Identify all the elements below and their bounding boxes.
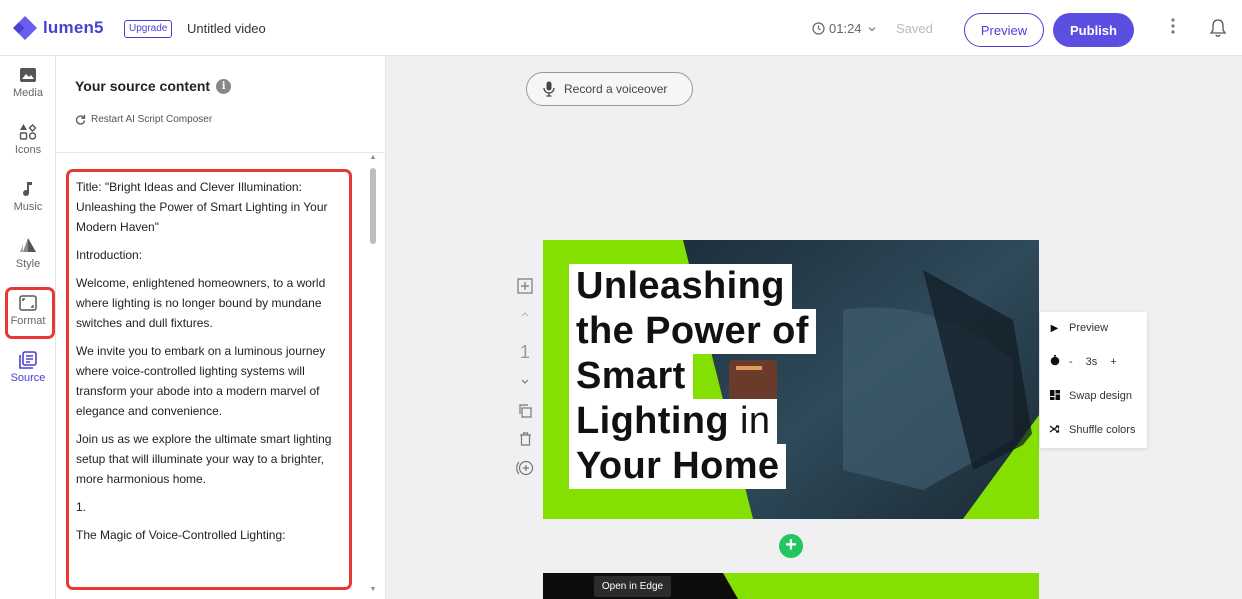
rail-label: Style [15, 258, 41, 270]
headline-line: Smart [569, 354, 693, 399]
scroll-down-arrow-icon[interactable]: ▼ [368, 586, 378, 596]
menu-label: Shuffle colors [1069, 424, 1136, 436]
record-voiceover-button[interactable]: Record a voiceover [526, 72, 693, 106]
add-scene-button[interactable]: + [779, 534, 803, 558]
source-paragraph: Welcome, enlightened homeowners, to a wo… [76, 276, 326, 330]
duration-plus-button[interactable]: + [1110, 356, 1116, 368]
play-icon: ▶ [1050, 322, 1059, 334]
scroll-up-arrow-icon[interactable]: ▲ [368, 154, 378, 164]
music-note-icon [23, 182, 32, 197]
panel-divider [56, 152, 386, 153]
scene-slide[interactable]: Unleashing the Power of Smart Lighting i… [543, 240, 1039, 519]
stopwatch-icon [1049, 355, 1060, 369]
duration-dropdown[interactable]: 01:24 [812, 21, 878, 36]
video-title[interactable]: Untitled video [187, 21, 266, 36]
duplicate-icon[interactable] [514, 404, 536, 424]
restart-label: Restart AI Script Composer [91, 114, 213, 125]
grid-icon [1049, 389, 1060, 403]
voiceover-label: Record a voiceover [564, 82, 668, 96]
duration-value: 01:24 [829, 21, 862, 36]
source-paragraph: The Magic of Voice-Controlled Lighting: [76, 528, 286, 542]
image-icon [20, 68, 36, 82]
bell-icon[interactable] [1208, 17, 1228, 39]
scene-duration-value: 3s [1085, 356, 1098, 368]
microphone-icon [543, 81, 555, 97]
headline-line: Lighting in [569, 399, 778, 444]
top-bar: lumen5 Upgrade Untitled video 01:24 Save… [0, 0, 1242, 56]
upgrade-button[interactable]: Upgrade [124, 20, 173, 38]
source-paragraph: 1. [76, 500, 87, 514]
trash-icon[interactable] [514, 432, 536, 452]
headline-regular-word: in [729, 400, 771, 442]
open-in-edge-tooltip: Open in Edge [594, 576, 671, 597]
source-paragraph: Introduction: [76, 248, 143, 262]
rail-item-source[interactable]: Source [0, 351, 56, 403]
publish-button[interactable]: Publish [1053, 13, 1134, 47]
refresh-icon [75, 115, 86, 125]
shuffle-icon [1049, 424, 1060, 437]
scene-context-menu: ▶ Preview - 3s + Swap design Shuffle col… [1040, 312, 1147, 448]
rail-label: Music [13, 201, 43, 213]
move-down-chevron-icon[interactable] [514, 376, 536, 396]
rail-item-media[interactable]: Media [0, 66, 56, 118]
rail-item-music[interactable]: Music [0, 180, 56, 232]
scene-number: 1 [519, 342, 530, 362]
source-text-area[interactable]: Title: "Bright Ideas and Clever Illumina… [66, 169, 352, 590]
rail-label: Media [13, 87, 43, 99]
logo[interactable]: lumen5 [12, 15, 104, 41]
source-paragraph: Title: "Bright Ideas and Clever Illumina… [76, 180, 328, 234]
more-options-icon[interactable] [1165, 18, 1181, 40]
swap-design-item[interactable]: Swap design [1049, 386, 1132, 406]
scene-toolbar: 1 [514, 278, 536, 488]
scene-preview-item[interactable]: ▶ Preview [1049, 318, 1108, 338]
insert-scene-icon[interactable] [514, 460, 536, 480]
rail-item-icons[interactable]: Icons [0, 123, 56, 175]
source-paragraph: We invite you to embark on a luminous jo… [76, 344, 326, 418]
headline-bold-word: Lighting [576, 400, 730, 442]
rail-label: Icons [14, 144, 42, 156]
lumen5-logo-icon [13, 16, 37, 40]
add-text-icon[interactable] [514, 278, 536, 298]
restart-ai-composer-link[interactable]: Restart AI Script Composer [75, 114, 212, 125]
source-panel: Your source content i Restart AI Script … [56, 56, 386, 599]
scroll-thumb[interactable] [370, 168, 376, 244]
shuffle-colors-item[interactable]: Shuffle colors [1049, 420, 1135, 440]
shapes-icon [19, 124, 37, 140]
panel-title: Your source content i [75, 78, 232, 94]
clock-icon [812, 22, 825, 35]
headline-line: the Power of [569, 309, 816, 354]
slide-headline[interactable]: Unleashing the Power of Smart Lighting i… [569, 264, 816, 489]
editor-canvas: Record a voiceover 1 Unleashing the Powe… [387, 56, 1242, 599]
menu-label: Swap design [1069, 390, 1132, 402]
document-stack-icon [19, 351, 37, 369]
scene-duration-stepper[interactable]: - 3s + [1049, 352, 1117, 372]
chevron-down-icon [868, 26, 875, 31]
preview-button[interactable]: Preview [964, 13, 1044, 47]
headline-line: Unleashing [569, 264, 792, 309]
move-up-chevron-icon[interactable] [514, 308, 536, 328]
logo-text: lumen5 [43, 18, 104, 37]
save-status: Saved [896, 21, 933, 36]
menu-label: Preview [1069, 322, 1109, 334]
style-icon [20, 238, 36, 252]
rail-item-style[interactable]: Style [0, 237, 56, 289]
panel-scrollbar[interactable]: ▲ ▼ [368, 154, 378, 599]
rail-label: Source [10, 372, 46, 384]
panel-title-text: Your source content [75, 78, 211, 94]
source-highlight-box [5, 287, 55, 339]
source-paragraph: Join us as we explore the ultimate smart… [76, 432, 332, 486]
headline-line: Your Home [569, 444, 787, 489]
duration-minus-button[interactable]: - [1069, 356, 1073, 368]
info-icon[interactable]: i [216, 78, 232, 94]
